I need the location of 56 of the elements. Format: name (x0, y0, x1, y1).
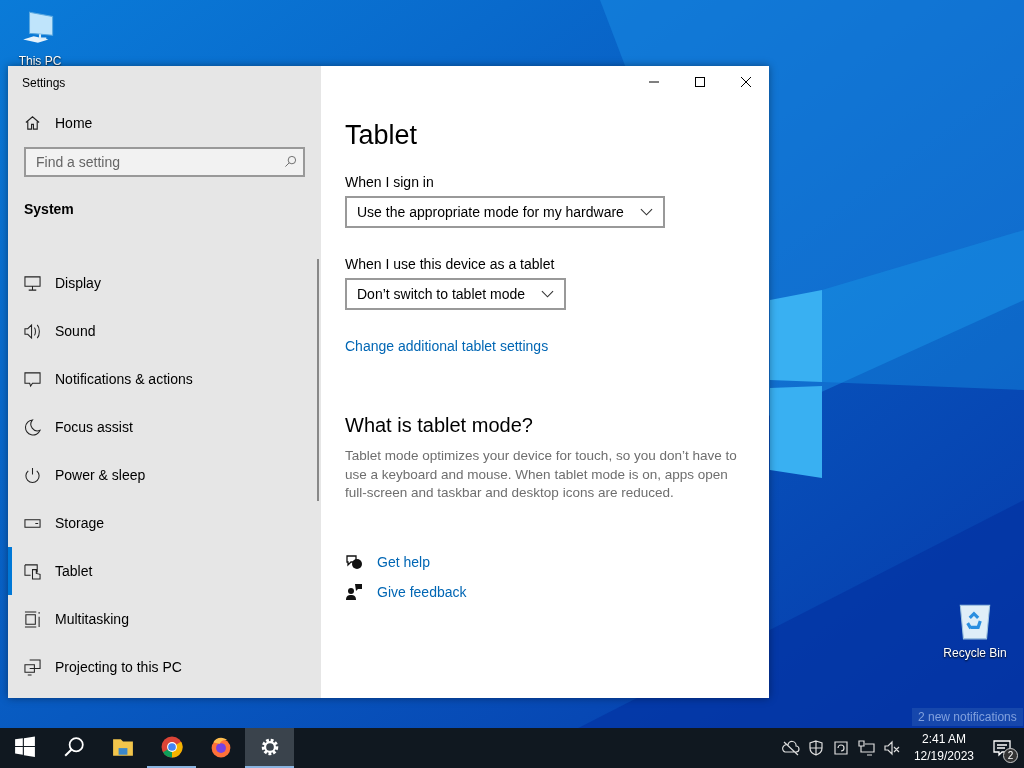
help-link[interactable]: Give feedback (377, 583, 467, 600)
feedback-icon (345, 582, 363, 601)
moon-icon (24, 418, 41, 436)
search-icon (284, 155, 297, 168)
tooltip: 2 new notifications (912, 708, 1023, 726)
page-title: Tablet (345, 120, 419, 152)
firefox-icon (209, 736, 232, 758)
chevron-icon (541, 290, 555, 298)
folder-icon (111, 736, 134, 758)
windows-logo-icon (13, 736, 36, 758)
nav-item[interactable]: Storage (8, 499, 321, 547)
desktop-icon-label[interactable]: Recycle Bin (943, 646, 1007, 660)
speaker-muted-icon[interactable] (881, 739, 900, 757)
cloud-off-icon[interactable] (781, 739, 800, 757)
description: Tablet mode optimizes your device for touch, so you don’t have to use a keyboard and mouse. When tablet mode is on, apps open full-screen and taskbar and desktop icons are reduced. (345, 447, 738, 502)
search-field[interactable]: Find a setting (24, 147, 305, 177)
section-heading: What is tablet mode? (345, 414, 534, 437)
nav-item[interactable]: Power & sleep (8, 451, 321, 499)
dropdown[interactable]: Don’t switch to tablet mode (345, 278, 567, 310)
update-icon[interactable] (831, 739, 850, 757)
notification-button[interactable]: 2 (980, 728, 1024, 768)
power-icon (24, 466, 41, 484)
home-icon (24, 114, 41, 131)
notification-count: 2 (1003, 748, 1018, 763)
setting-label: When I sign in (345, 174, 435, 192)
dropdown[interactable]: Use the appropriate mode for my hardware (345, 196, 665, 228)
date: 12/19/2023 (913, 748, 974, 765)
monitor-icon (24, 274, 41, 292)
nav-item[interactable]: Focus assist (8, 403, 321, 451)
help-link[interactable]: Get help (377, 553, 430, 570)
speech-bubble-icon (24, 370, 41, 388)
nav-item[interactable]: Projecting to this PC (8, 643, 321, 691)
screen-projection-icon (24, 658, 41, 676)
nav-item[interactable]: Display (8, 259, 321, 307)
window-title: Settings (21, 75, 67, 92)
settings-taskbar-button[interactable] (245, 728, 294, 768)
notification-icon (993, 739, 1011, 757)
setting-label: When I use this device as a tablet (345, 256, 556, 274)
window-stack-icon (24, 610, 41, 628)
search-icon (62, 736, 85, 758)
speaker-icon (24, 322, 41, 340)
nav-item[interactable]: Multitasking (8, 595, 321, 643)
home-link[interactable]: Home (8, 102, 321, 143)
section-heading: System (23, 200, 75, 219)
settings-link[interactable]: Change additional tablet settings (345, 338, 745, 354)
shield-icon[interactable] (806, 739, 825, 757)
help-icon (345, 552, 363, 571)
chrome-icon (160, 736, 183, 758)
chevron-icon (639, 208, 653, 216)
nav-item[interactable]: Notifications & actions (8, 355, 321, 403)
tablet-icon (24, 562, 41, 580)
network-icon[interactable] (856, 739, 875, 757)
time: 2:41 AM (921, 731, 966, 748)
nav-item[interactable]: Sound (8, 307, 321, 355)
desktop-icon-label[interactable]: This PC (18, 54, 62, 68)
clock[interactable]: 2:41 AM 12/19/2023 (907, 728, 980, 768)
